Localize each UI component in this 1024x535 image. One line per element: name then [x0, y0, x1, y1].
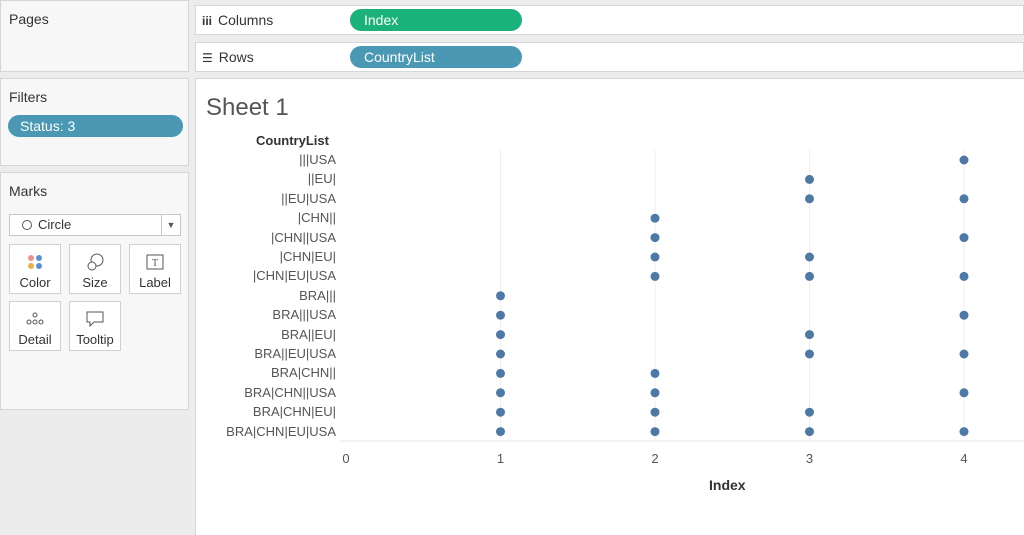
data-point[interactable] — [959, 155, 969, 165]
data-point[interactable] — [805, 349, 814, 359]
x-axis-title: Index — [709, 477, 746, 493]
data-point[interactable] — [650, 233, 660, 243]
data-point[interactable] — [650, 407, 660, 417]
data-point[interactable] — [496, 349, 505, 359]
data-point[interactable] — [650, 252, 660, 262]
scatter-plot — [340, 150, 1024, 442]
data-point[interactable] — [496, 310, 505, 320]
x-tick-label: 3 — [805, 451, 814, 466]
data-point[interactable] — [650, 427, 660, 437]
data-point[interactable] — [650, 271, 660, 281]
data-point[interactable] — [959, 427, 969, 437]
data-point[interactable] — [496, 388, 505, 398]
data-point[interactable] — [496, 291, 505, 301]
data-point[interactable] — [805, 174, 814, 184]
data-point[interactable] — [805, 407, 814, 417]
x-tick-label: 4 — [960, 451, 968, 466]
data-point[interactable] — [959, 271, 969, 281]
data-point[interactable] — [805, 194, 814, 204]
data-point[interactable] — [959, 388, 969, 398]
data-point[interactable] — [650, 368, 660, 378]
data-point[interactable] — [959, 310, 969, 320]
data-point[interactable] — [496, 407, 505, 417]
data-point[interactable] — [805, 252, 814, 262]
data-point[interactable] — [805, 271, 814, 281]
data-point[interactable] — [959, 194, 969, 204]
data-point[interactable] — [496, 330, 505, 340]
data-point[interactable] — [805, 330, 814, 340]
data-point[interactable] — [805, 427, 814, 437]
data-point[interactable] — [496, 368, 505, 378]
data-point[interactable] — [959, 233, 969, 243]
x-tick-label: 0 — [342, 451, 350, 466]
data-point[interactable] — [496, 427, 505, 437]
x-tick-label: 1 — [496, 451, 505, 466]
data-point[interactable] — [650, 388, 660, 398]
x-tick-label: 2 — [651, 451, 659, 466]
data-point[interactable] — [959, 349, 969, 359]
data-point[interactable] — [650, 213, 660, 223]
